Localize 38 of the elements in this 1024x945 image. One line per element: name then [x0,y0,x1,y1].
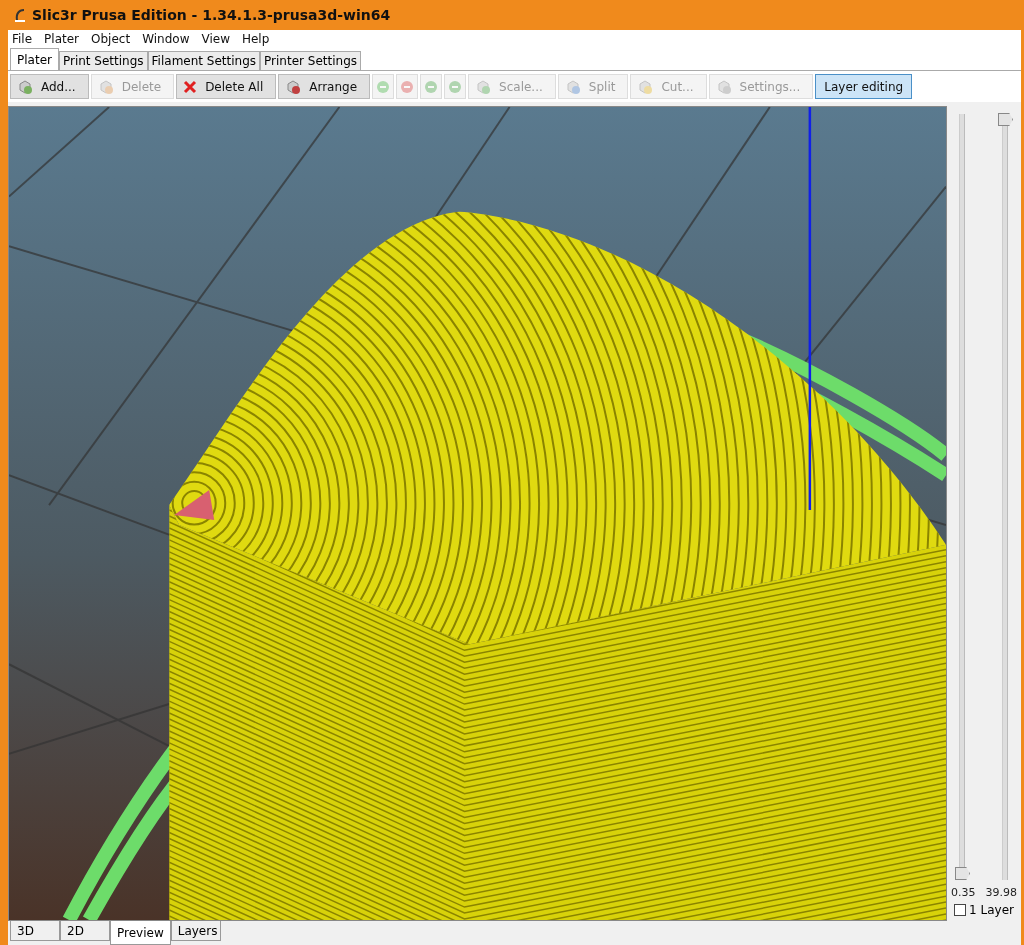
tab[interactable]: Filament Settings [147,51,261,70]
app-logo-icon [14,8,26,22]
cube-icon [285,78,302,95]
menu-item[interactable]: View [201,32,230,46]
view-tab[interactable]: Preview [110,921,171,945]
menu-item[interactable]: Help [241,32,270,46]
menu-item[interactable]: Object [91,32,131,46]
layer-height-value: 0.35 [951,886,976,899]
menu-item[interactable]: Plater [44,32,80,46]
view-tab[interactable]: 2D [60,921,110,941]
cube-icon [17,78,33,95]
cube-icon [475,78,492,95]
view-tab[interactable]: Layers [170,921,221,941]
checkbox-label: 1 Layer [969,903,1014,917]
layer-height-value: 39.98 [985,886,1017,899]
window-title: Slic3r Prusa Edition - 1.34.1.3-prusa3d-win64 [32,7,391,23]
tab[interactable]: Plater [10,48,59,70]
circle-icon [400,79,415,94]
menu-item[interactable]: File [12,32,33,46]
cube-icon [97,78,114,95]
circle-icon [376,79,391,94]
close-icon [183,79,198,94]
cube-icon [637,78,654,95]
cube-icon [564,78,581,95]
toolbar-button[interactable]: Arrange [278,74,371,99]
cube-icon [715,78,732,95]
slider-thumb[interactable] [998,113,1013,126]
circle-icon [448,79,463,94]
toolbar-button[interactable]: Delete All [176,74,277,99]
view-tab[interactable]: 3D [10,921,60,941]
toolbar-button[interactable]: Layer editing [815,74,913,99]
circle-icon [424,79,439,94]
toolbar-button[interactable]: Add... [10,74,89,99]
tab[interactable]: Printer Settings [260,51,361,70]
slider-thumb[interactable] [955,867,970,880]
tab[interactable]: Print Settings [58,51,148,70]
menu-item[interactable]: Window [142,32,190,46]
checkbox[interactable] [954,904,967,916]
